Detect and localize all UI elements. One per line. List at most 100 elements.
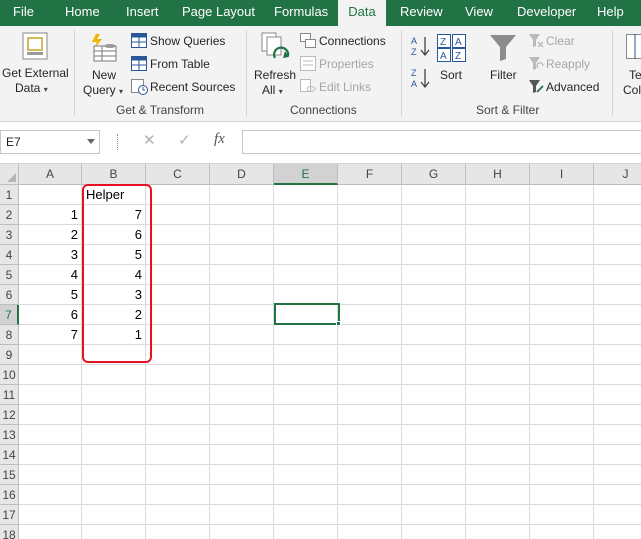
text-to-columns-label-1: Te: [629, 68, 641, 82]
row-header-16[interactable]: 16: [0, 485, 19, 505]
clear-filter-icon: [529, 34, 544, 48]
edit-links-button[interactable]: Edit Links: [300, 78, 390, 96]
refresh-all-button[interactable]: Refresh All ▾: [252, 26, 298, 100]
row-header-8[interactable]: 8: [0, 325, 19, 345]
cell-a4[interactable]: 3: [19, 245, 82, 265]
row-header-1[interactable]: 1: [0, 185, 19, 205]
new-query-button[interactable]: New Query ▾: [80, 26, 128, 100]
connections-button[interactable]: Connections: [300, 32, 390, 50]
row-header-17[interactable]: 17: [0, 505, 19, 525]
svg-text:Z: Z: [411, 68, 417, 78]
show-queries-label: Show Queries: [150, 34, 226, 48]
column-header-a[interactable]: A: [19, 164, 82, 185]
column-header-j[interactable]: J: [594, 164, 641, 185]
refresh-label-2: All: [262, 83, 276, 97]
sort-dialog-icon: Z A A Z: [437, 34, 466, 62]
row-header-9[interactable]: 9: [0, 345, 19, 365]
row-header-3[interactable]: 3: [0, 225, 19, 245]
tab-help[interactable]: Help: [597, 0, 624, 26]
row-header-11[interactable]: 11: [0, 385, 19, 405]
table-icon: [131, 56, 147, 71]
show-queries-button[interactable]: Show Queries: [131, 32, 241, 50]
group-separator: [74, 30, 75, 116]
column-header-e[interactable]: E: [274, 164, 338, 185]
tab-file[interactable]: File: [13, 0, 34, 26]
highlight-box: [82, 184, 152, 363]
cell-a6[interactable]: 5: [19, 285, 82, 305]
recent-sources-icon: [131, 79, 148, 95]
column-header-d[interactable]: D: [210, 164, 274, 185]
row-header-15[interactable]: 15: [0, 465, 19, 485]
filter-button[interactable]: Filter: [484, 26, 522, 100]
column-header-h[interactable]: H: [466, 164, 530, 185]
clear-button[interactable]: Clear: [528, 32, 608, 50]
cell-a5[interactable]: 4: [19, 265, 82, 285]
gridline: [19, 464, 641, 465]
row-header-14[interactable]: 14: [0, 445, 19, 465]
cell-a3[interactable]: 2: [19, 225, 82, 245]
group-label-get-transform: Get & Transform: [116, 103, 205, 117]
name-box[interactable]: E7: [0, 130, 100, 154]
tab-page-layout[interactable]: Page Layout: [182, 0, 255, 26]
gridline: [19, 364, 641, 365]
text-to-columns-button[interactable]: Te Col: [618, 26, 641, 100]
chevron-down-icon[interactable]: [87, 139, 95, 144]
svg-text:A: A: [455, 37, 462, 48]
tab-developer[interactable]: Developer: [517, 0, 576, 26]
select-all-corner[interactable]: [0, 164, 19, 185]
insert-function-icon[interactable]: fx: [214, 131, 225, 148]
gridline: [401, 185, 402, 539]
refresh-label-1: Refresh: [254, 68, 297, 82]
table-icon: [131, 33, 147, 48]
column-header-b[interactable]: B: [82, 164, 146, 185]
new-query-label-2: Query: [83, 83, 116, 97]
sort-button[interactable]: Z A A Z Sort: [436, 26, 468, 100]
formula-input[interactable]: [242, 130, 641, 154]
reapply-button[interactable]: Reapply: [528, 55, 608, 73]
worksheet-grid: ABCDEFGHIJ 1 2 3 4 5 6 7 8 9 10 11 12 13 14 15 16 17 18 H…: [0, 164, 641, 539]
column-header-i[interactable]: I: [530, 164, 594, 185]
gridline: [273, 185, 274, 539]
sort-descending-button[interactable]: Z A: [410, 66, 432, 90]
row-header-6[interactable]: 6: [0, 285, 19, 305]
tab-insert[interactable]: Insert: [126, 0, 159, 26]
cell-a2[interactable]: 1: [19, 205, 82, 225]
svg-text:A: A: [411, 36, 417, 46]
tab-review[interactable]: Review: [400, 0, 443, 26]
filter-label: Filter: [490, 68, 517, 82]
tab-home[interactable]: Home: [65, 0, 100, 26]
row-header-5[interactable]: 5: [0, 265, 19, 285]
tab-view[interactable]: View: [465, 0, 493, 26]
row-header-7[interactable]: 7: [0, 305, 19, 325]
cancel-icon[interactable]: ✕: [143, 131, 156, 149]
ribbon-tab-bar: File Home Insert Page Layout Formulas Da…: [0, 0, 641, 27]
cell-a7[interactable]: 6: [19, 305, 82, 325]
column-header-c[interactable]: C: [146, 164, 210, 185]
active-cell-e7[interactable]: [274, 303, 340, 325]
sort-ascending-button[interactable]: A Z: [410, 34, 432, 58]
cell-a8[interactable]: 7: [19, 325, 82, 345]
recent-sources-button[interactable]: Recent Sources: [131, 78, 241, 96]
fill-handle[interactable]: [336, 321, 341, 326]
row-header-10[interactable]: 10: [0, 365, 19, 385]
sort-label: Sort: [440, 68, 463, 82]
properties-button[interactable]: Properties: [300, 55, 390, 73]
ribbon: Get External Data ▾ New Query ▾ Show Que…: [0, 26, 641, 122]
get-external-label-2: Data: [15, 81, 41, 95]
column-header-f[interactable]: F: [338, 164, 402, 185]
row-header-4[interactable]: 4: [0, 245, 19, 265]
row-header-18[interactable]: 18: [0, 525, 19, 539]
get-external-data-button[interactable]: Get External Data ▾: [0, 26, 70, 100]
tab-data[interactable]: Data: [338, 0, 386, 27]
advanced-button[interactable]: Advanced: [528, 78, 608, 96]
row-header-13[interactable]: 13: [0, 425, 19, 445]
from-table-button[interactable]: From Table: [131, 55, 241, 73]
gridline: [19, 404, 641, 405]
row-header-12[interactable]: 12: [0, 405, 19, 425]
column-header-g[interactable]: G: [402, 164, 466, 185]
tab-formulas[interactable]: Formulas: [274, 0, 328, 26]
name-box-value: E7: [6, 135, 21, 149]
row-header-2[interactable]: 2: [0, 205, 19, 225]
enter-icon[interactable]: ✓: [178, 131, 191, 149]
gridline: [593, 185, 594, 539]
